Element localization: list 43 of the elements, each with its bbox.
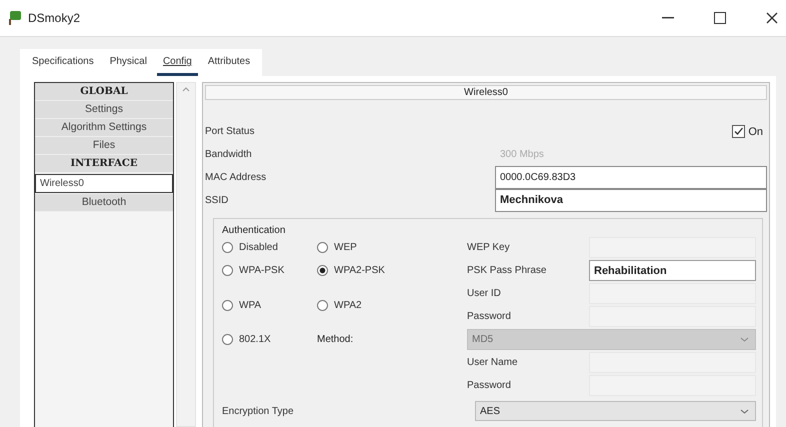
field-label: Encryption Type bbox=[222, 406, 295, 416]
field-label: WEP Key bbox=[467, 242, 511, 253]
field-label: User ID bbox=[467, 288, 502, 299]
sidebar-heading: GLOBAL bbox=[35, 83, 173, 101]
radio-option[interactable]: WPA2-PSK bbox=[317, 259, 467, 282]
group-title: Authentication bbox=[222, 225, 286, 236]
field-label: User Name bbox=[467, 357, 519, 368]
field-label: PSK Pass Phrase bbox=[467, 265, 548, 276]
app-icon bbox=[8, 10, 22, 26]
window-title: DSmoky2 bbox=[28, 11, 80, 25]
input-field[interactable]: Rehabilitation bbox=[589, 260, 756, 281]
field-label: Port Status bbox=[205, 126, 256, 137]
field-label: MAC Address bbox=[205, 172, 268, 183]
field-label: SSID bbox=[205, 195, 230, 206]
dropdown[interactable]: AES bbox=[475, 401, 756, 421]
field-label: Password bbox=[467, 380, 512, 391]
panel-title: Wireless0 bbox=[205, 85, 767, 100]
sidebar-item[interactable]: Algorithm Settings bbox=[35, 119, 173, 137]
field-label: Bandwidth bbox=[205, 149, 253, 160]
input-field[interactable]: 0000.0C69.83D3 bbox=[495, 166, 767, 189]
radio-option[interactable]: WPA-PSK bbox=[222, 259, 317, 282]
radio-option[interactable]: WPA2 bbox=[317, 282, 467, 328]
sidebar-item[interactable]: Files bbox=[35, 137, 173, 155]
minimize-icon[interactable] bbox=[662, 17, 674, 19]
maximize-icon[interactable] bbox=[714, 12, 726, 24]
close-icon[interactable] bbox=[766, 12, 778, 24]
sidebar-item[interactable]: Settings bbox=[35, 101, 173, 119]
radio-option[interactable]: WPA bbox=[222, 282, 317, 328]
radio-option[interactable]: 802.1X bbox=[222, 328, 317, 351]
checkbox-label: On bbox=[748, 126, 763, 138]
radio-option[interactable]: WEP bbox=[317, 236, 467, 259]
scrollbar[interactable] bbox=[176, 82, 196, 427]
checkbox[interactable] bbox=[732, 125, 746, 138]
sidebar-item[interactable]: Bluetooth bbox=[35, 194, 173, 212]
input-field[interactable]: Mechnikova bbox=[495, 189, 767, 212]
scroll-up-icon[interactable] bbox=[182, 87, 190, 92]
radio-option[interactable]: Disabled bbox=[222, 236, 317, 259]
sidebar-heading: INTERFACE bbox=[35, 155, 173, 173]
field-label: Password bbox=[467, 311, 512, 322]
sidebar-item[interactable]: Wireless0 bbox=[35, 174, 173, 193]
caret-icon bbox=[740, 337, 749, 342]
caret-icon bbox=[740, 408, 749, 414]
field-label: Method: bbox=[317, 334, 354, 345]
